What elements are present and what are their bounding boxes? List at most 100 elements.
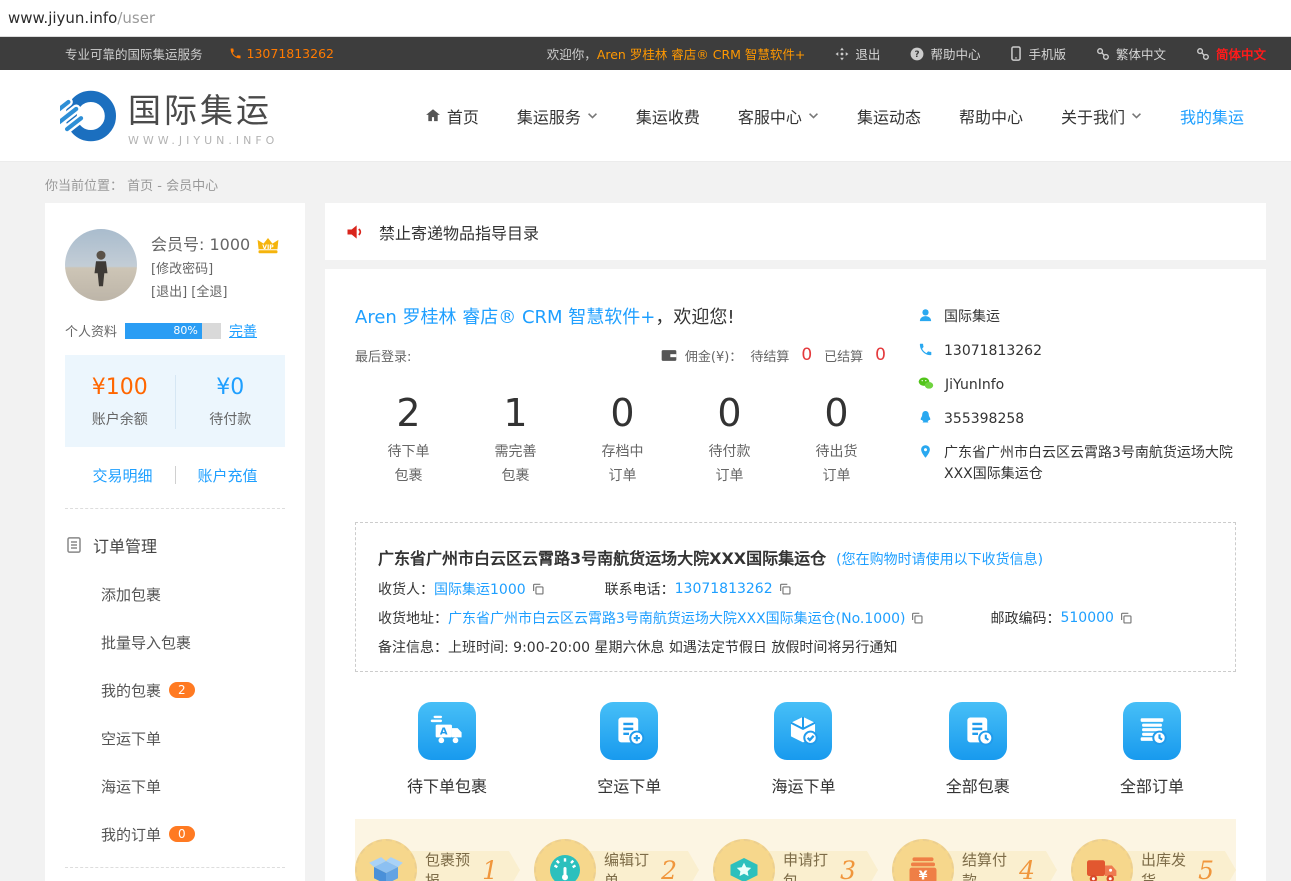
receiver-value: 国际集运1000 [434, 579, 526, 599]
url-path: /user [117, 9, 155, 27]
speaker-icon [345, 222, 365, 242]
nav-news[interactable]: 集运动态 [838, 104, 940, 128]
chevron-down-icon [1131, 112, 1142, 120]
quick-all-orders[interactable]: 全部订单 [1120, 702, 1184, 797]
sidebar-item-add-package[interactable]: 添加包裹 [65, 584, 285, 605]
profile-progress-bar: 80% [125, 323, 221, 339]
stat-incomplete-packages[interactable]: 1 需完善包裹 [462, 391, 569, 489]
svg-text:VIP: VIP [262, 243, 274, 250]
svg-text:?: ? [915, 49, 920, 59]
stat-pending-order-packages[interactable]: 2 待下单包裹 [355, 391, 462, 489]
step-package-forecast: 包裹预报 1 [355, 839, 520, 881]
nav-help[interactable]: 帮助中心 [940, 104, 1042, 128]
topbar-phone-number: 13071813262 [247, 46, 334, 61]
simplified-chinese-link[interactable]: 简体中文 [1196, 44, 1266, 63]
divider [65, 867, 285, 868]
sidebar-item-my-orders[interactable]: 我的订单 0 [65, 824, 285, 845]
complete-profile-link[interactable]: 完善 [229, 321, 257, 341]
home-icon [425, 108, 441, 123]
all-packages-icon [949, 702, 1007, 760]
member-dashboard: Aren 罗桂林 睿店® CRM 智慧软件+，欢迎您! 最后登录: 佣金(¥)：… [325, 269, 1266, 881]
contact-name: 国际集运 [918, 307, 1236, 328]
stat-unpaid-orders[interactable]: 0 待付款订单 [676, 391, 783, 489]
air-order-icon [600, 702, 658, 760]
link-icon [1196, 47, 1210, 61]
shipping-address-value: 广东省广州市白云区云霄路3号南航货运场大院XXX国际集运仓(No.1000) [448, 608, 905, 628]
sidebar-item-air-order[interactable]: 空运下单 [65, 728, 285, 749]
all-orders-icon [1123, 702, 1181, 760]
copy-icon[interactable] [778, 582, 792, 596]
process-steps: 包裹预报 1 编辑订单 2 [355, 819, 1236, 881]
copy-icon[interactable] [531, 582, 545, 596]
stat-to-ship-orders[interactable]: 0 待出货订单 [783, 391, 890, 489]
contact-wechat: JiYunInfo [918, 375, 1236, 396]
transaction-detail-link[interactable]: 交易明细 [92, 465, 152, 486]
quick-all-packages[interactable]: 全部包裹 [946, 702, 1010, 797]
logo-title: 国际集运 [128, 84, 278, 132]
help-center-link[interactable]: ? 帮助中心 [910, 44, 980, 63]
postal-code-value: 510000 [1060, 610, 1113, 626]
divider [175, 466, 176, 484]
phone-icon [229, 47, 242, 60]
sidebar-item-sea-order[interactable]: 海运下单 [65, 776, 285, 797]
announcement-bar[interactable]: 禁止寄递物品指导目录 [325, 203, 1266, 260]
logo-icon [60, 88, 116, 144]
site-header: 国际集运 WWW.JIYUN.INFO 首页 集运服务 集运收费 客服中心 集运… [0, 70, 1291, 162]
settled-value: 0 [875, 345, 886, 365]
step-request-packing: 申请打包 3 [713, 839, 878, 881]
traditional-chinese-link[interactable]: 繁体中文 [1096, 44, 1166, 63]
ticket-star-icon [726, 852, 762, 881]
quick-pending-packages[interactable]: A 待下单包裹 [407, 702, 487, 797]
svg-text:¥: ¥ [919, 868, 928, 881]
nav-about[interactable]: 关于我们 [1042, 104, 1161, 128]
logout-icon [835, 47, 849, 61]
contact-phone: 13071813262 [918, 341, 1236, 362]
stat-archived-orders[interactable]: 0 存档中订单 [569, 391, 676, 489]
chevron-down-icon [587, 112, 598, 120]
contact-info: 国际集运 13071813262 JiYunInfo 355398258 [918, 303, 1236, 498]
person-icon [918, 308, 933, 323]
profile-progress-fill: 80% [125, 323, 202, 339]
step-edit-order: 编辑订单 2 [534, 839, 699, 881]
nav-services[interactable]: 集运服务 [498, 104, 617, 128]
topbar-username[interactable]: Aren 罗桂林 睿店® CRM 智慧软件+ [597, 47, 806, 62]
warehouse-address-box: 广东省广州市白云区云霄路3号南航货运场大院XXX国际集运仓(您在购物时请使用以下… [355, 522, 1236, 672]
url-host: www.jiyun.info [8, 9, 117, 27]
nav-my-account[interactable]: 我的集运 [1161, 104, 1263, 128]
sidebar-item-batch-import[interactable]: 批量导入包裹 [65, 632, 285, 653]
nav-home[interactable]: 首页 [406, 104, 498, 128]
mobile-version-link[interactable]: 手机版 [1010, 44, 1066, 63]
change-password-link[interactable]: [修改密码] [151, 259, 280, 282]
pending-label: 待付款 [176, 409, 286, 429]
gauge-icon [547, 852, 583, 881]
quick-sea-order[interactable]: 海运下单 [771, 702, 835, 797]
announcement-text: 禁止寄递物品指导目录 [379, 220, 539, 244]
logout-links[interactable]: [退出] [全退] [151, 282, 280, 305]
account-recharge-link[interactable]: 账户充值 [198, 465, 258, 486]
sidebar-item-my-packages[interactable]: 我的包裹 2 [65, 680, 285, 701]
chevron-down-icon [808, 112, 819, 120]
avatar[interactable] [65, 229, 137, 301]
nav-support[interactable]: 客服中心 [719, 104, 838, 128]
logo-subtitle: WWW.JIYUN.INFO [128, 134, 278, 147]
topbar-slogan: 专业可靠的国际集运服务 [65, 44, 203, 63]
sea-order-icon [774, 702, 832, 760]
account-balance: ¥100 账户余额 [65, 375, 176, 429]
profile-progress-label: 个人资料 [65, 321, 117, 340]
copy-icon[interactable] [910, 611, 924, 625]
logo[interactable]: 国际集运 WWW.JIYUN.INFO [60, 84, 278, 147]
truck-icon [1084, 852, 1120, 881]
order-management-section: 订单管理 [65, 533, 285, 557]
welcome-line: Aren 罗桂林 睿店® CRM 智慧软件+，欢迎您! [355, 303, 890, 329]
qq-icon [918, 410, 933, 425]
quick-air-order[interactable]: 空运下单 [597, 702, 661, 797]
mobile-icon [1010, 46, 1022, 61]
logout-link[interactable]: 退出 [835, 44, 880, 63]
browser-url-bar[interactable]: www.jiyun.info/user [0, 0, 1291, 37]
nav-pricing[interactable]: 集运收费 [617, 104, 719, 128]
contact-phone-value: 13071813262 [675, 581, 773, 597]
profile-block: 会员号: 1000 VIP [修改密码] [退出] [全退] [65, 229, 285, 305]
balance-value: ¥100 [65, 375, 175, 400]
copy-icon[interactable] [1119, 611, 1133, 625]
pending-payment: ¥0 待付款 [176, 375, 286, 429]
